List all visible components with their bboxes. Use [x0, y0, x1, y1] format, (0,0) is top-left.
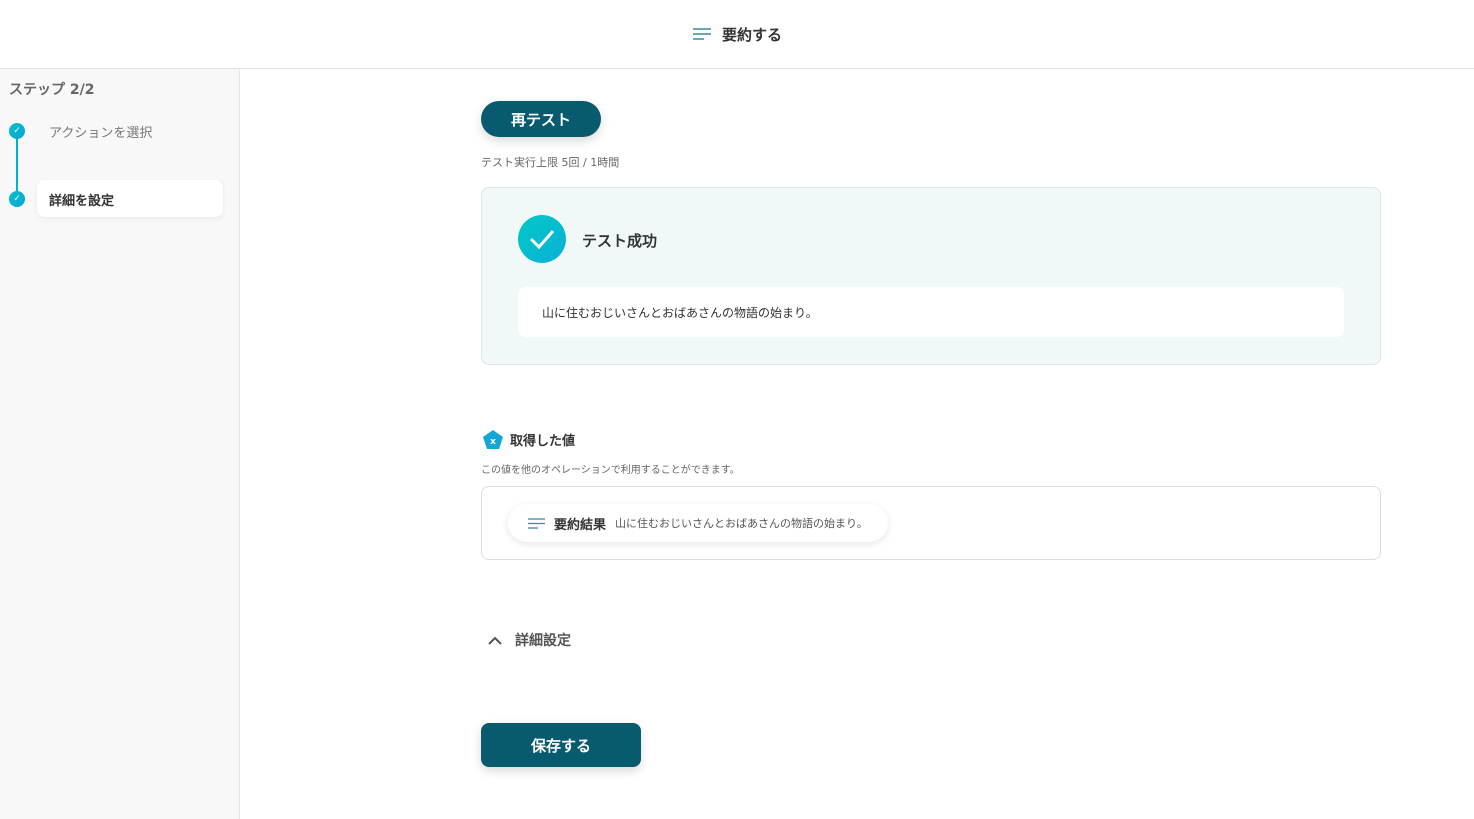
lines-icon — [528, 517, 545, 529]
variable-icon: x — [483, 430, 503, 449]
sidebar: ステップ 2/2 ✓ アクションを選択 ✓ 詳細を設定 — [0, 69, 240, 819]
step-connector — [16, 131, 18, 199]
success-result: 山に住むおじいさんとおばあさんの物語の始まり。 — [518, 287, 1344, 337]
value-chip[interactable]: 要約結果 山に住むおじいさんとおばあさんの物語の始まり。 — [508, 504, 888, 542]
success-title: テスト成功 — [582, 232, 658, 250]
check-icon: ✓ — [9, 123, 25, 139]
lines-icon — [692, 28, 711, 40]
header: 要約する — [0, 0, 1474, 69]
test-limit-text: テスト実行上限 5回 / 1時間 — [481, 156, 620, 169]
step-indicator: ステップ 2/2 — [9, 82, 95, 98]
obtained-values-heading: x 取得した値 — [483, 430, 575, 449]
page-title: 要約する — [721, 25, 782, 44]
check-icon: ✓ — [9, 191, 25, 207]
obtained-values-title: 取得した値 — [510, 434, 576, 449]
test-success-panel: テスト成功 山に住むおじいさんとおばあさんの物語の始まり。 — [481, 187, 1381, 365]
obtained-values-desc: この値を他のオペレーションで利用することができます。 — [481, 465, 740, 476]
chevron-up-icon — [488, 636, 502, 645]
success-check-icon — [518, 215, 566, 263]
sidebar-item-details[interactable]: 詳細を設定 — [37, 180, 223, 217]
retest-button[interactable]: 再テスト — [481, 101, 601, 137]
save-button[interactable]: 保存する — [481, 723, 641, 767]
advanced-settings-label: 詳細設定 — [515, 633, 571, 649]
value-text: 山に住むおじいさんとおばあさんの物語の始まり。 — [615, 517, 868, 530]
values-box: 要約結果 山に住むおじいさんとおばあさんの物語の始まり。 — [481, 486, 1381, 560]
svg-text:x: x — [490, 437, 496, 447]
value-key: 要約結果 — [554, 517, 607, 533]
sidebar-item-select-action[interactable]: アクションを選択 — [49, 122, 152, 141]
advanced-settings-toggle[interactable]: 詳細設定 — [487, 630, 571, 650]
